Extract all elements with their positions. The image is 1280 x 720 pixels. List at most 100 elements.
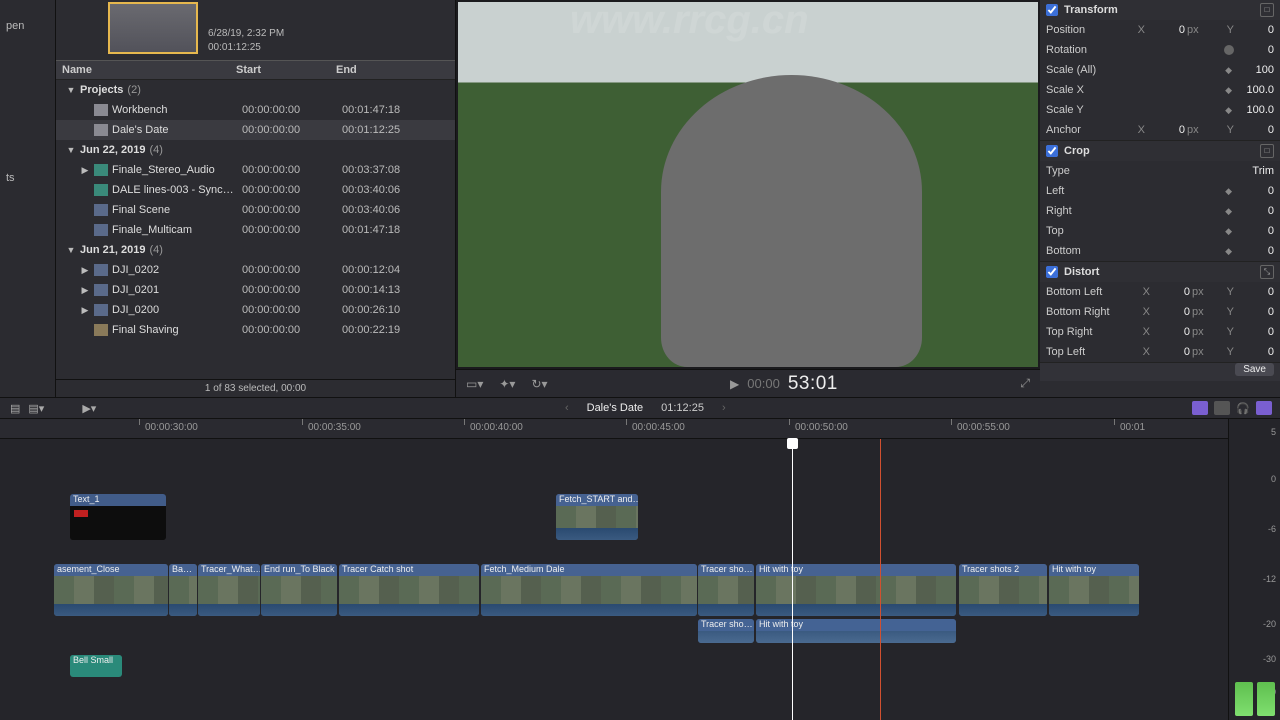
history-fwd[interactable]: ›	[722, 402, 726, 414]
timeline-ruler[interactable]: 00:00:30:0000:00:35:0000:00:40:0000:00:4…	[0, 419, 1228, 439]
audio-skim-icon[interactable]	[1214, 401, 1230, 415]
list-item[interactable]: DALE lines-003 - Sync…00:00:00:0000:03:4…	[56, 180, 455, 200]
disclosure-icon[interactable]: ▶	[80, 165, 90, 176]
select-tool-icon[interactable]: ▶▾	[82, 402, 96, 415]
list-item[interactable]: ▶DJI_020000:00:00:0000:00:26:10	[56, 300, 455, 320]
scale-all[interactable]: 100	[1238, 64, 1274, 76]
timeline-clip[interactable]: End run_To Black	[261, 564, 337, 616]
crop-right[interactable]: 0	[1238, 205, 1274, 217]
item-label: DJI_0200	[112, 304, 159, 316]
timeline[interactable]: 00:00:30:0000:00:35:0000:00:40:0000:00:4…	[0, 419, 1280, 720]
skimmer[interactable]	[880, 439, 881, 720]
rotation-val[interactable]: 0	[1238, 44, 1274, 56]
clip-label: Bell Small	[70, 655, 122, 667]
enhance-icon[interactable]: ✦▾	[499, 377, 515, 391]
crop-toggle[interactable]	[1046, 145, 1058, 157]
viewer-timecode[interactable]: 53:01	[788, 373, 838, 395]
solo-icon[interactable]: 🎧	[1236, 402, 1250, 415]
scale-y[interactable]: 100.0	[1238, 104, 1274, 116]
crop-type[interactable]: Trim	[1252, 165, 1274, 177]
timeline-clip[interactable]: Hit with toy	[756, 564, 956, 616]
fullscreen-icon[interactable]: ⤢	[1020, 376, 1030, 391]
disclosure-icon[interactable]: ▶	[80, 285, 90, 296]
reset-icon[interactable]: □	[1260, 3, 1274, 17]
anchor-x[interactable]: 0	[1149, 124, 1185, 136]
timeline-clip[interactable]: Tracer_What…	[198, 564, 260, 616]
playhead[interactable]	[792, 439, 793, 720]
disclosure-icon[interactable]: ▼	[66, 85, 76, 95]
transform-toggle[interactable]	[1046, 4, 1058, 16]
item-label: Projects	[80, 84, 123, 96]
timeline-toolbar: ▤ ▤▾ ▶▾ ‹ Dale's Date 01:12:25 › 🎧	[0, 397, 1280, 419]
list-item[interactable]: ▶Finale_Stereo_Audio00:00:00:0000:03:37:…	[56, 160, 455, 180]
timeline-clip[interactable]: Text_1	[70, 494, 166, 540]
crop-left[interactable]: 0	[1238, 185, 1274, 197]
crop-top[interactable]: 0	[1238, 225, 1274, 237]
history-back[interactable]: ‹	[565, 402, 569, 414]
timeline-clip[interactable]: asement_Close	[54, 564, 168, 616]
reset-icon[interactable]: □	[1260, 144, 1274, 158]
sidebar-label: ts	[6, 172, 49, 184]
timeline-clip[interactable]: Tracer Catch shot	[339, 564, 479, 616]
list-group[interactable]: ▼Jun 22, 2019 (4)	[56, 140, 455, 160]
clip-date: 6/28/19, 2:32 PM	[208, 27, 284, 41]
item-label: Jun 22, 2019	[80, 144, 145, 156]
scale-x[interactable]: 100.0	[1238, 84, 1274, 96]
reset-icon[interactable]: ⤡	[1260, 265, 1274, 279]
anchor-y[interactable]: 0	[1238, 124, 1274, 136]
skimming-icon[interactable]	[1192, 401, 1208, 415]
timeline-clip[interactable]: Bell Small	[70, 655, 122, 677]
timeline-clip[interactable]: Fetch_START and…	[556, 494, 638, 540]
timeline-clip[interactable]: Fetch_Medium Dale	[481, 564, 697, 616]
col-start[interactable]: Start	[236, 64, 336, 76]
retime-icon[interactable]: ↻▾	[531, 377, 547, 391]
snapping-icon[interactable]	[1256, 401, 1272, 415]
viewer-canvas[interactable]	[458, 2, 1038, 367]
list-item[interactable]: Final Shaving00:00:00:0000:00:22:19	[56, 320, 455, 340]
col-end[interactable]: End	[336, 64, 455, 76]
ruler-label: 00:00:55:00	[957, 422, 1010, 433]
list-group[interactable]: ▼Projects (2)	[56, 80, 455, 100]
play-button[interactable]: ▶	[730, 377, 739, 391]
pos-y[interactable]: 0	[1238, 24, 1274, 36]
pos-x[interactable]: 0	[1149, 24, 1185, 36]
selected-clip-thumb[interactable]	[108, 2, 198, 54]
list-item[interactable]: Workbench00:00:00:0000:01:47:18	[56, 100, 455, 120]
timeline-clip[interactable]: Hit with toy	[1049, 564, 1139, 616]
proj-icon	[94, 104, 108, 116]
timeline-clip[interactable]: Tracer sho…	[698, 564, 754, 616]
list-item[interactable]: Dale's Date00:00:00:0000:01:12:25	[56, 120, 455, 140]
list-item[interactable]: Final Scene00:00:00:0000:03:40:06	[56, 200, 455, 220]
crop-header[interactable]: Crop □	[1040, 141, 1280, 161]
transform-header[interactable]: Transform □	[1040, 0, 1280, 20]
tc-prefix: 00:00	[747, 376, 780, 391]
timeline-clip[interactable]: Hit with toy	[756, 619, 956, 643]
list-item[interactable]: Finale_Multicam00:00:00:0000:01:47:18	[56, 220, 455, 240]
meter-bar-l	[1235, 682, 1253, 716]
timeline-clip[interactable]: Ba…	[169, 564, 197, 616]
list-item[interactable]: ▶DJI_020100:00:00:0000:00:14:13	[56, 280, 455, 300]
view-mode-icon[interactable]: ▭▾	[466, 377, 483, 391]
project-name[interactable]: Dale's Date	[587, 402, 644, 414]
clip-label: Ba…	[169, 564, 197, 576]
index-icon[interactable]: ▤	[10, 402, 20, 415]
col-name[interactable]: Name	[56, 64, 236, 76]
distort-header[interactable]: Distort ⤡	[1040, 262, 1280, 282]
rotation-dial[interactable]	[1224, 45, 1234, 55]
save-button[interactable]: Save	[1235, 363, 1274, 376]
disclosure-icon[interactable]: ▼	[66, 245, 76, 255]
distort-toggle[interactable]	[1046, 266, 1058, 278]
disclosure-icon[interactable]: ▼	[66, 145, 76, 155]
clip-appearance-icon[interactable]: ▤▾	[28, 402, 44, 415]
list-item[interactable]: ▶DJI_020200:00:00:0000:00:12:04	[56, 260, 455, 280]
list-group[interactable]: ▼Jun 21, 2019 (4)	[56, 240, 455, 260]
disclosure-icon[interactable]: ▶	[80, 265, 90, 276]
proj-icon	[94, 124, 108, 136]
timeline-clip[interactable]: Tracer sho…	[698, 619, 754, 643]
clip-label: Text_1	[70, 494, 166, 506]
timeline-clip[interactable]: Tracer shots 2	[959, 564, 1047, 616]
crop-bottom[interactable]: 0	[1238, 245, 1274, 257]
meter-bar-r	[1257, 682, 1275, 716]
browser-list[interactable]: ▼Projects (2)Workbench00:00:00:0000:01:4…	[56, 80, 455, 379]
disclosure-icon[interactable]: ▶	[80, 305, 90, 316]
